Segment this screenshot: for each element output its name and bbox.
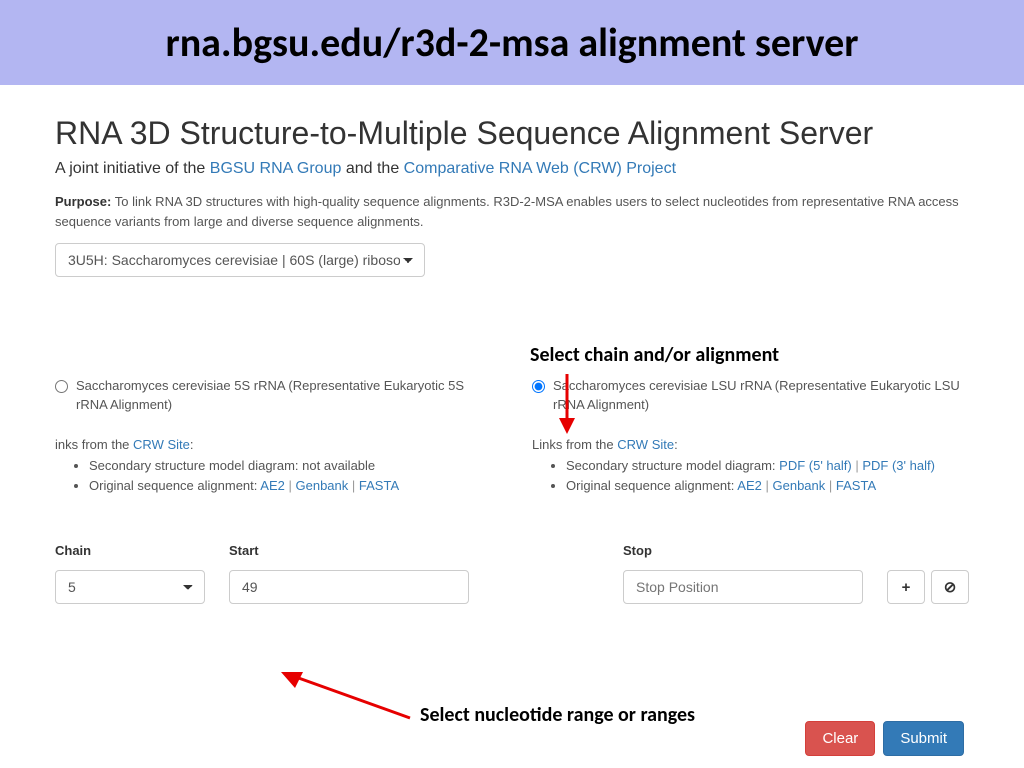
range-buttons: + ⊘	[887, 570, 969, 604]
subtitle-mid: and the	[346, 160, 404, 177]
cancel-icon: ⊘	[944, 578, 957, 596]
radio-5s-label: Saccharomyces cerevisiae 5S rRNA (Repres…	[76, 377, 492, 415]
links-col-right: Links from the CRW Site: Secondary struc…	[532, 437, 969, 498]
stop-group: Stop	[623, 543, 863, 604]
link-pdf-3half[interactable]: PDF (3' half)	[862, 458, 935, 473]
reset-range-button[interactable]: ⊘	[931, 570, 969, 604]
arrow-left-icon	[275, 668, 415, 723]
chain-label: Chain	[55, 543, 205, 558]
link-right-fasta[interactable]: FASTA	[836, 478, 876, 493]
links-left-heading: inks from the CRW Site:	[55, 437, 193, 452]
radio-lsu-label: Saccharomyces cerevisiae LSU rRNA (Repre…	[553, 377, 969, 415]
li-left-orig: Original sequence alignment: AE2 | Genba…	[89, 476, 492, 497]
alignment-radio-left: Saccharomyces cerevisiae 5S rRNA (Repres…	[55, 377, 492, 415]
li-right-orig: Original sequence alignment: AE2 | Genba…	[566, 476, 969, 497]
structure-select[interactable]: 3U5H: Saccharomyces cerevisiae | 60S (la…	[55, 243, 425, 277]
link-right-genbank[interactable]: Genbank	[773, 478, 826, 493]
range-row: Chain 5 Start Stop + ⊘	[55, 543, 969, 604]
structure-select-wrap: 3U5H: Saccharomyces cerevisiae | 60S (la…	[55, 243, 425, 277]
links-row: inks from the CRW Site: Secondary struct…	[55, 437, 969, 498]
purpose-text: Purpose: To link RNA 3D structures with …	[55, 192, 969, 231]
link-crw-project[interactable]: Comparative RNA Web (CRW) Project	[404, 160, 676, 177]
chain-group: Chain 5	[55, 543, 205, 604]
start-label: Start	[229, 543, 469, 558]
subtitle-prefix: A joint initiative of the	[55, 160, 210, 177]
clear-button[interactable]: Clear	[805, 721, 875, 756]
plus-icon: +	[902, 579, 911, 596]
purpose-body: To link RNA 3D structures with high-qual…	[55, 194, 959, 229]
annotation-chain-align: Select chain and/or alignment	[530, 343, 779, 367]
banner-title: rna.bgsu.edu/r3d-2-msa alignment server	[10, 18, 1014, 67]
chain-select[interactable]: 5	[55, 570, 205, 604]
stop-label: Stop	[623, 543, 863, 558]
link-left-fasta[interactable]: FASTA	[359, 478, 399, 493]
start-input[interactable]	[229, 570, 469, 604]
li-right-ssm: Secondary structure model diagram: PDF (…	[566, 456, 969, 477]
start-group: Start	[229, 543, 469, 604]
arrow-down-icon	[552, 372, 582, 437]
app-container: RNA 3D Structure-to-Multiple Sequence Al…	[0, 85, 1024, 604]
add-range-button[interactable]: +	[887, 570, 925, 604]
link-left-ae2[interactable]: AE2	[260, 478, 285, 493]
annotation-nuc-range: Select nucleotide range or ranges	[420, 703, 695, 727]
alignment-radio-right: Saccharomyces cerevisiae LSU rRNA (Repre…	[532, 377, 969, 415]
links-col-left: inks from the CRW Site: Secondary struct…	[55, 437, 492, 498]
alignment-radio-row: Saccharomyces cerevisiae 5S rRNA (Repres…	[55, 377, 969, 415]
radio-lsu-input[interactable]	[532, 380, 545, 393]
page-title: RNA 3D Structure-to-Multiple Sequence Al…	[55, 115, 969, 152]
link-bgsu-rna[interactable]: BGSU RNA Group	[210, 160, 342, 177]
li-left-ssm: Secondary structure model diagram: not a…	[89, 456, 492, 477]
submit-button[interactable]: Submit	[883, 721, 964, 756]
link-pdf-5half[interactable]: PDF (5' half)	[779, 458, 852, 473]
link-crw-right[interactable]: CRW Site	[617, 437, 674, 452]
purpose-label: Purpose:	[55, 194, 111, 209]
action-buttons: Clear Submit	[805, 721, 964, 756]
slide-banner: rna.bgsu.edu/r3d-2-msa alignment server	[0, 0, 1024, 85]
radio-5s[interactable]: Saccharomyces cerevisiae 5S rRNA (Repres…	[55, 377, 492, 415]
link-right-ae2[interactable]: AE2	[737, 478, 762, 493]
radio-lsu[interactable]: Saccharomyces cerevisiae LSU rRNA (Repre…	[532, 377, 969, 415]
link-left-genbank[interactable]: Genbank	[296, 478, 349, 493]
link-crw-left[interactable]: CRW Site	[133, 437, 190, 452]
stop-input[interactable]	[623, 570, 863, 604]
page-subtitle: A joint initiative of the BGSU RNA Group…	[55, 160, 969, 178]
links-right-heading: Links from the CRW Site:	[532, 437, 678, 452]
radio-5s-input[interactable]	[55, 380, 68, 393]
